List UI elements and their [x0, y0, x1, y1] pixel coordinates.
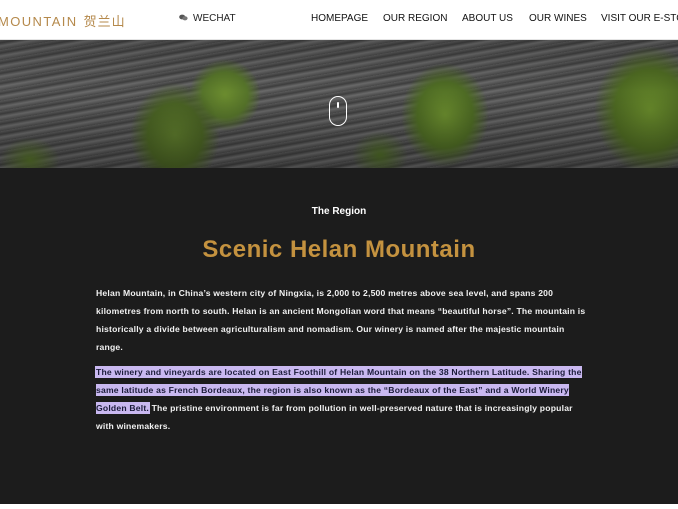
region-paragraph-2: The winery and vineyards are located on … [96, 363, 586, 435]
page-bottom-edge [0, 504, 678, 509]
nav-item-our-region[interactable]: OUR REGION [383, 13, 447, 24]
nav-item-e-store[interactable]: VISIT OUR E-STORE [601, 13, 678, 24]
brand-name-chinese: 贺兰山 [83, 14, 126, 29]
nav-item-homepage[interactable]: HOMEPAGE [311, 13, 368, 24]
mouse-scroll-icon[interactable] [329, 96, 347, 126]
nav-item-about-us[interactable]: ABOUT US [462, 13, 513, 24]
nav-item-our-wines[interactable]: OUR WINES [529, 13, 587, 24]
region-section: The Region Scenic Helan Mountain Helan M… [0, 168, 678, 509]
hero-banner-image [0, 40, 678, 168]
wechat-label: WECHAT [193, 13, 236, 24]
section-eyebrow: The Region [311, 206, 367, 217]
brand-name-english: MOUNTAIN [0, 14, 78, 29]
wechat-link[interactable]: WECHAT [179, 13, 236, 24]
region-paragraph-1: Helan Mountain, in China’s western city … [96, 288, 586, 352]
paragraph-2-rest: The pristine environment is far from pol… [96, 403, 573, 431]
scroll-wheel [337, 102, 339, 108]
brand-logo[interactable]: MOUNTAIN 贺兰山 [0, 11, 126, 30]
top-navigation-bar: MOUNTAIN 贺兰山 WECHAT HOMEPAGE OUR REGION A… [0, 0, 678, 40]
wechat-icon [179, 14, 188, 21]
section-title: Scenic Helan Mountain [202, 236, 476, 263]
